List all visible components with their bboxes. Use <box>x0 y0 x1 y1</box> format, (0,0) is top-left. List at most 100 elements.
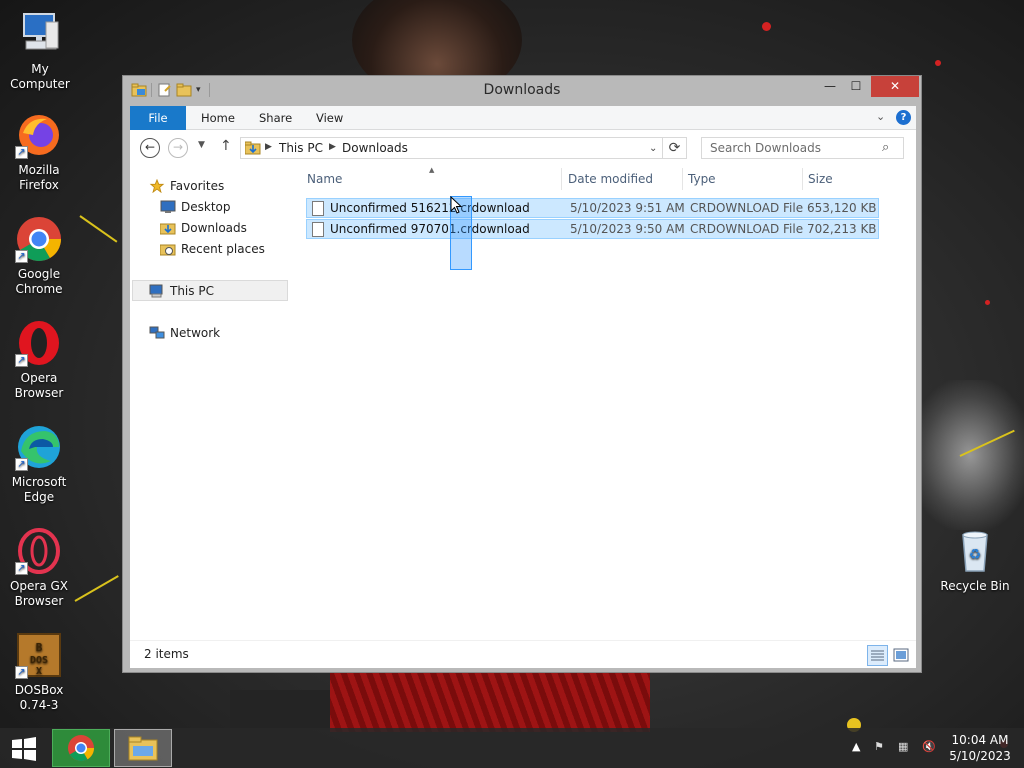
close-button[interactable]: ✕ <box>871 76 919 97</box>
nav-item-desktop[interactable]: Desktop <box>160 197 231 217</box>
shortcut-arrow-icon: ↗ <box>15 458 28 471</box>
desktop-icon-label: My Computer <box>10 62 70 91</box>
nav-item-label: Favorites <box>170 179 225 193</box>
forward-button[interactable]: → <box>168 138 188 158</box>
window-title: Downloads <box>483 82 561 98</box>
column-header-type[interactable]: Type <box>688 172 716 186</box>
network-status-icon[interactable]: ▦ <box>898 740 908 753</box>
tab-home[interactable]: Home <box>201 106 235 130</box>
nav-item-this-pc[interactable]: This PC <box>149 281 214 301</box>
breadcrumb-chevron-icon[interactable]: ▶ <box>329 142 336 152</box>
nav-item-recent-places[interactable]: Recent places <box>160 239 265 259</box>
computer-icon <box>16 10 64 58</box>
shortcut-arrow-icon: ↗ <box>15 146 28 159</box>
chrome-icon <box>68 735 95 762</box>
title-bar[interactable]: ▾ Downloads — ☐ ✕ <box>123 76 921 106</box>
desktop-icon <box>160 200 176 213</box>
column-divider[interactable] <box>561 168 562 190</box>
desktop-icon-label: DOSBox 0.74-3 <box>14 683 64 712</box>
minimize-button[interactable]: — <box>817 76 843 97</box>
breadcrumb-downloads[interactable]: Downloads <box>342 141 408 155</box>
back-button[interactable]: ← <box>140 138 160 158</box>
explorer-window: ▾ Downloads — ☐ ✕ File Home Share View ⌄… <box>122 75 922 673</box>
taskbar-clock[interactable]: 10:04 AM 5/10/2023 <box>940 732 1020 764</box>
nav-item-label: Downloads <box>181 221 247 235</box>
table-row[interactable]: Unconfirmed 970701.crdownload 5/10/2023 … <box>306 219 879 239</box>
table-row[interactable]: Unconfirmed 516212.crdownload 5/10/2023 … <box>306 198 879 218</box>
column-divider[interactable] <box>802 168 803 190</box>
windows-start-icon[interactable] <box>8 737 40 761</box>
desktop-icon-opera-gx[interactable]: ↗ Opera GX Browser <box>0 527 79 609</box>
desktop-icon-firefox[interactable]: ↗ Mozilla Firefox <box>0 111 79 193</box>
file-icon <box>312 222 324 237</box>
tab-file[interactable]: File <box>130 106 186 130</box>
taskbar-explorer-button[interactable] <box>114 729 172 767</box>
file-explorer-icon <box>128 736 158 761</box>
search-input[interactable]: Search Downloads <box>710 141 821 155</box>
navigation-pane: Favorites Desktop Downloads Recent place… <box>130 166 288 640</box>
column-header-date-modified[interactable]: Date modified <box>568 172 653 186</box>
navigation-bar: ← → ▼ ↑ ▶ This PC ▶ Downloads ⌄ ⟳ Search… <box>130 130 916 166</box>
maximize-button[interactable]: ☐ <box>845 76 867 97</box>
desktop-icon-label: Google Chrome <box>15 267 63 296</box>
opera-gx-icon: ↗ <box>15 527 63 575</box>
nav-item-downloads[interactable]: Downloads <box>160 218 247 238</box>
file-icon <box>312 201 324 216</box>
expand-ribbon-icon[interactable]: ⌄ <box>876 110 885 123</box>
breadcrumb-this-pc[interactable]: This PC <box>279 141 323 155</box>
taskbar: ▲ ⚑ ▦ 🔇 10:04 AM 5/10/2023 <box>0 728 1024 768</box>
desktop-icon-my-computer[interactable]: My Computer <box>0 10 80 92</box>
recent-locations-button[interactable]: ▼ <box>198 140 205 150</box>
tab-share[interactable]: Share <box>259 106 292 130</box>
desktop-icon-dosbox[interactable]: B DOS X ↗ DOSBox 0.74-3 <box>0 631 79 713</box>
file-size: 702,213 KB <box>807 222 877 236</box>
desktop-icon-opera[interactable]: ↗ Opera Browser <box>0 319 79 401</box>
file-type: CRDOWNLOAD File <box>690 201 804 215</box>
taskbar-chrome-button[interactable] <box>52 729 110 767</box>
desktop-icon-chrome[interactable]: ↗ Google Chrome <box>0 215 79 297</box>
dosbox-icon: B DOS X ↗ <box>15 631 63 679</box>
show-hidden-icons-icon[interactable]: ▲ <box>852 740 860 753</box>
wallpaper-spark <box>985 300 990 305</box>
desktop-icon-label: Microsoft Edge <box>11 475 67 504</box>
search-box[interactable]: Search Downloads ⌕ <box>701 137 904 159</box>
shortcut-arrow-icon: ↗ <box>15 666 28 679</box>
address-bar[interactable]: ▶ This PC ▶ Downloads ⌄ <box>240 137 663 159</box>
shortcut-arrow-icon: ↗ <box>15 562 28 575</box>
action-center-flag-icon[interactable]: ⚑ <box>874 740 884 753</box>
computer-icon <box>149 284 163 298</box>
desktop-icon-recycle-bin[interactable]: ♻ Recycle Bin <box>935 527 1015 594</box>
large-icons-view-button[interactable] <box>892 646 910 664</box>
status-bar: 2 items <box>130 640 916 668</box>
item-count: 2 items <box>144 647 189 661</box>
large-icons-view-icon <box>893 648 909 662</box>
up-button[interactable]: ↑ <box>220 138 232 154</box>
column-header-name[interactable]: Name <box>307 172 342 186</box>
nav-item-favorites[interactable]: Favorites <box>149 176 224 196</box>
help-icon[interactable]: ? <box>896 110 911 125</box>
wallpaper-spark <box>935 60 941 66</box>
recent-places-icon <box>160 244 176 256</box>
details-view-button[interactable] <box>867 645 888 666</box>
nav-item-label: Desktop <box>181 200 231 214</box>
file-date: 5/10/2023 9:51 AM <box>570 201 685 215</box>
tab-view[interactable]: View <box>316 106 343 130</box>
column-header-size[interactable]: Size <box>808 172 833 186</box>
file-list: ▲ Name Date modified Type Size Unconfirm… <box>298 166 916 640</box>
nav-item-label: Network <box>170 326 221 340</box>
column-divider[interactable] <box>682 168 683 190</box>
breadcrumb-chevron-icon[interactable]: ▶ <box>265 142 272 152</box>
refresh-button[interactable]: ⟳ <box>663 137 687 159</box>
nav-item-label: This PC <box>170 284 214 298</box>
desktop-icon-edge[interactable]: ↗ Microsoft Edge <box>0 423 79 505</box>
volume-muted-icon[interactable]: 🔇 <box>922 740 936 753</box>
firefox-icon: ↗ <box>15 111 63 159</box>
svg-text:DOS: DOS <box>30 655 48 666</box>
nav-item-network[interactable]: Network <box>149 323 220 343</box>
file-size: 653,120 KB <box>807 201 877 215</box>
wallpaper-streak <box>74 575 119 602</box>
opera-icon: ↗ <box>15 319 63 367</box>
address-dropdown-icon[interactable]: ⌄ <box>649 143 657 154</box>
downloads-folder-icon <box>245 141 261 155</box>
nav-item-label: Recent places <box>181 242 265 256</box>
